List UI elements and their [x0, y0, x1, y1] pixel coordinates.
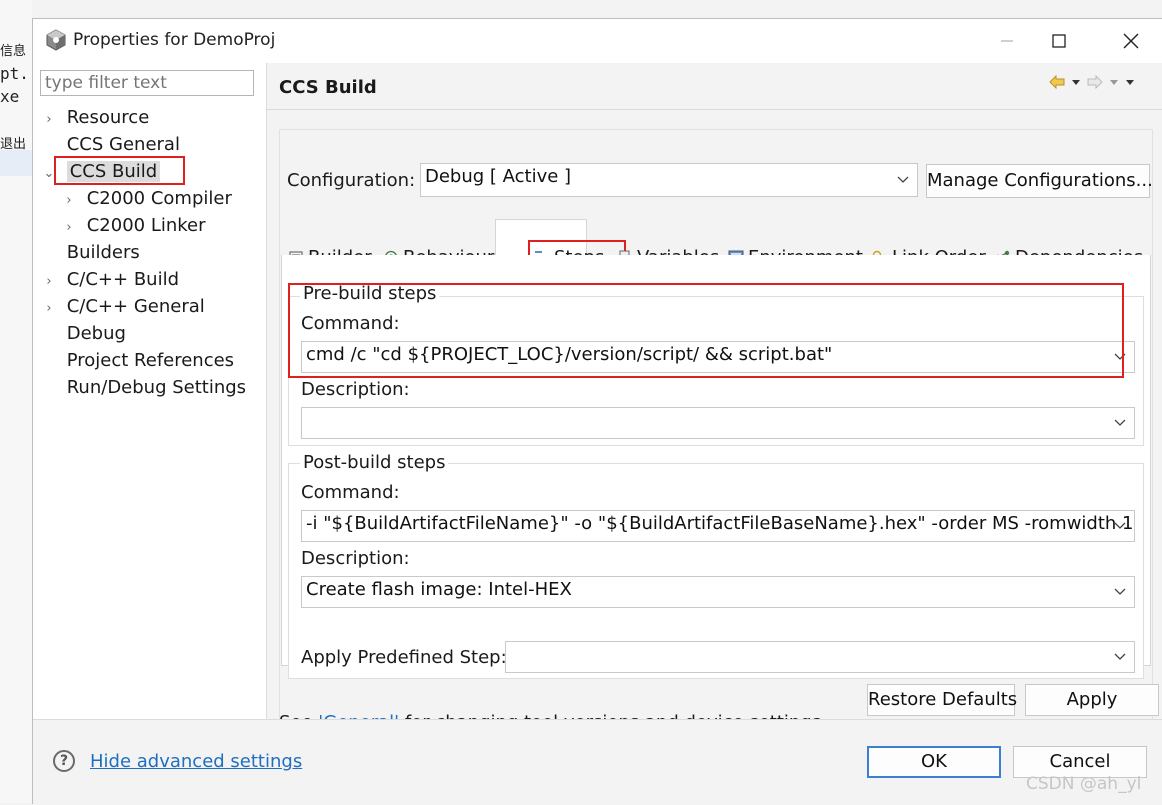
ok-button[interactable]: OK [867, 746, 1001, 778]
background-text: xe [0, 87, 20, 106]
pre-build-description-field[interactable] [301, 407, 1135, 439]
property-tree-panel: › Resource CCS General ⌄ CCS Build › C20… [33, 63, 267, 719]
properties-dialog: Properties for DemoProj › Resource CCS G… [32, 18, 1162, 805]
forward-arrow-icon[interactable] [1087, 74, 1103, 93]
post-build-description-label: Description: [301, 548, 410, 569]
background-selection [0, 150, 32, 176]
tree-item-label: C/C++ General [66, 296, 205, 317]
post-build-description-field[interactable]: Create flash image: Intel-HEX [301, 576, 1135, 608]
window-title: Properties for DemoProj [73, 30, 276, 50]
expand-chevron-icon[interactable]: › [43, 268, 55, 295]
manage-configurations-button[interactable]: Manage Configurations... [926, 164, 1153, 198]
watermark: CSDN @ah_yl [1026, 774, 1142, 794]
expand-chevron-icon[interactable]: › [63, 187, 75, 214]
view-menu-icon[interactable] [1125, 75, 1135, 93]
tree-item-project-references[interactable]: Project References [43, 347, 234, 374]
back-arrow-icon[interactable] [1049, 74, 1065, 93]
chevron-down-icon [1114, 419, 1126, 426]
tree-item-label: C2000 Compiler [86, 188, 232, 209]
tree-item-builders[interactable]: Builders [43, 239, 140, 266]
tree-item-run-debug-settings[interactable]: Run/Debug Settings [43, 374, 246, 401]
app-icon [45, 29, 67, 51]
tree-item-cpp-build[interactable]: › C/C++ Build [43, 266, 179, 293]
tree-item-label: C/C++ Build [66, 269, 180, 290]
tree-item-label: Resource [66, 107, 150, 128]
tree-item-label: Project References [66, 350, 235, 371]
chevron-down-icon [1114, 522, 1126, 529]
chevron-down-icon [1114, 653, 1126, 660]
apply-button[interactable]: Apply [1025, 684, 1159, 716]
expand-chevron-icon[interactable]: › [63, 214, 75, 241]
hide-advanced-settings-link[interactable]: Hide advanced settings [90, 751, 302, 772]
tree-item-label: C2000 Linker [86, 215, 206, 236]
page-title: CCS Build [279, 77, 377, 98]
background-text: 信息 [0, 44, 27, 59]
post-build-command-label: Command: [301, 482, 400, 503]
background-text: 退出 [0, 137, 27, 152]
expand-chevron-icon[interactable]: › [43, 106, 55, 133]
tree-item-c2000-linker[interactable]: › C2000 Linker [63, 212, 206, 241]
post-build-description-value: Create flash image: Intel-HEX [306, 579, 572, 600]
close-icon [1123, 33, 1139, 49]
dialog-button-bar: ? Hide advanced settings OK Cancel [33, 719, 1162, 805]
tree-item-ccs-general[interactable]: CCS General [43, 131, 180, 158]
configuration-select[interactable]: Debug [ Active ] [420, 163, 918, 197]
highlight-box [54, 156, 185, 185]
background-app-panel [0, 0, 32, 803]
maximize-button[interactable] [1035, 19, 1083, 63]
minimize-icon [1001, 40, 1013, 42]
post-build-command-value: -i "${BuildArtifactFileName}" -o "${Buil… [306, 513, 1135, 534]
tree-item-c2000-compiler[interactable]: › C2000 Compiler [63, 185, 232, 214]
configuration-value: Debug [ Active ] [425, 166, 572, 187]
post-build-title: Post-build steps [300, 452, 449, 473]
tree-item-label: CCS General [66, 134, 180, 155]
tree-item-cpp-general[interactable]: › C/C++ General [43, 293, 205, 322]
back-dropdown-icon[interactable] [1071, 75, 1081, 93]
expand-chevron-icon[interactable]: › [43, 295, 55, 322]
minimize-button[interactable] [983, 19, 1031, 63]
tree-item-label: Builders [66, 242, 140, 263]
title-bar[interactable]: Properties for DemoProj [33, 19, 1162, 63]
configuration-label: Configuration: [287, 170, 416, 191]
forward-dropdown-icon[interactable] [1109, 75, 1119, 93]
property-page: CCS Build Configuration: Debug [ Active [267, 63, 1162, 733]
background-text: pt. [0, 64, 29, 83]
restore-defaults-button[interactable]: Restore Defaults [867, 684, 1017, 716]
header-divider [267, 109, 1162, 110]
pre-build-description-label: Description: [301, 379, 410, 400]
help-icon[interactable]: ? [53, 750, 75, 772]
tree-item-label: Run/Debug Settings [66, 377, 247, 398]
filter-input[interactable] [40, 70, 254, 96]
tree-item-debug[interactable]: Debug [43, 320, 126, 347]
chevron-down-icon [897, 176, 909, 183]
page-navigation [1049, 74, 1135, 93]
predefined-step-label: Apply Predefined Step: [301, 647, 507, 668]
maximize-icon [1052, 34, 1066, 48]
predefined-step-select[interactable] [505, 641, 1135, 673]
post-build-command-field[interactable]: -i "${BuildArtifactFileName}" -o "${Buil… [301, 510, 1135, 542]
tree-item-resource[interactable]: › Resource [43, 104, 149, 131]
highlight-box [288, 283, 1124, 378]
close-button[interactable] [1107, 19, 1155, 63]
tree-item-label: Debug [66, 323, 126, 344]
chevron-down-icon [1114, 588, 1126, 595]
